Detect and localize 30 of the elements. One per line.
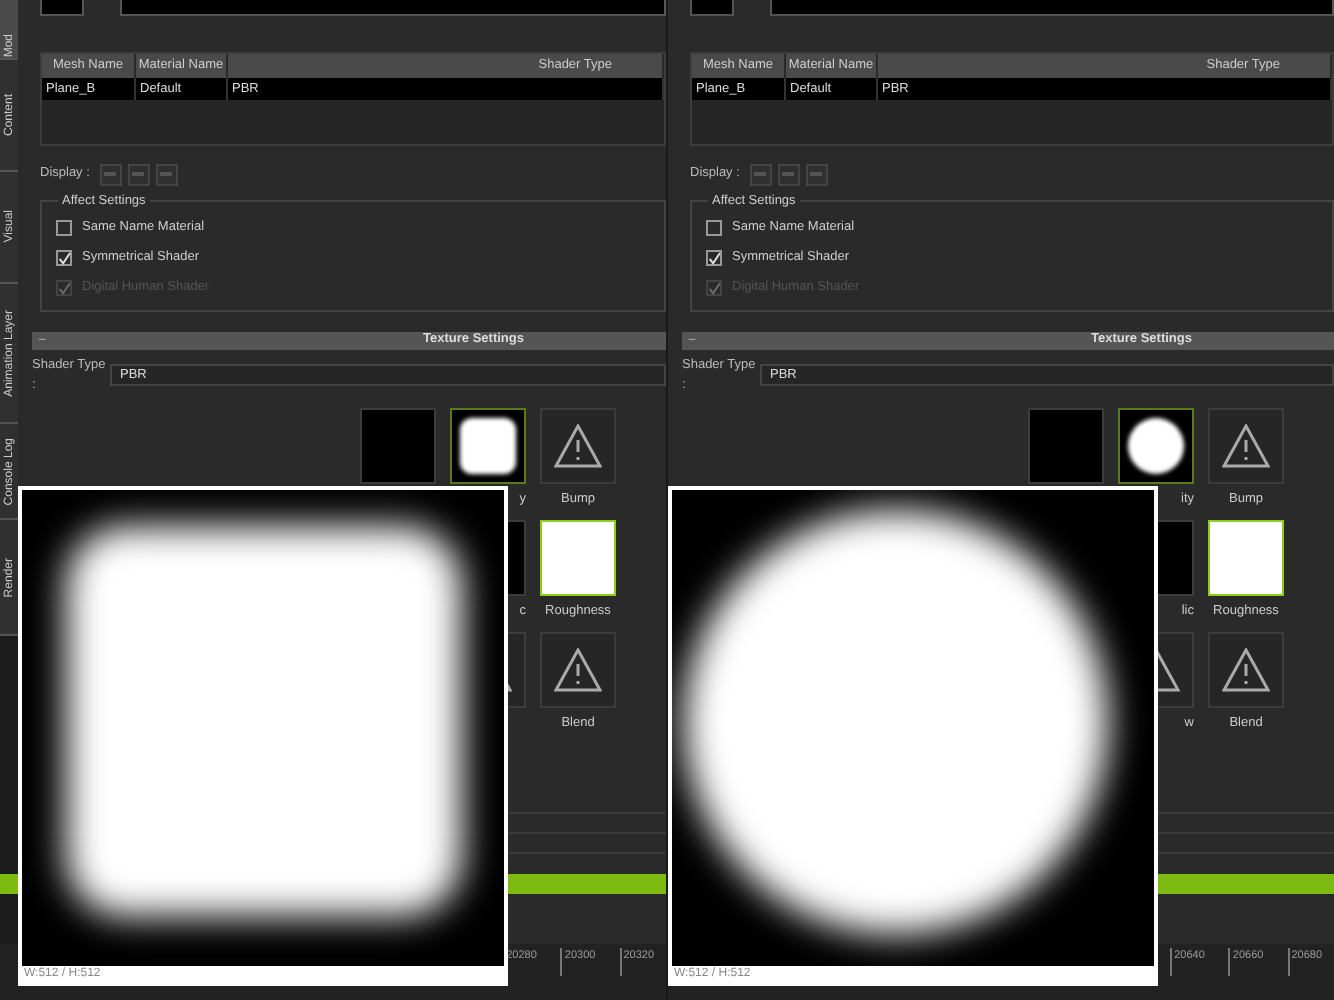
warning-icon <box>554 424 602 468</box>
texture-slot[interactable] <box>1208 408 1284 484</box>
display-mode-button[interactable] <box>749 163 772 185</box>
top-field[interactable] <box>40 0 84 16</box>
warning-icon <box>1222 648 1270 692</box>
top-field[interactable] <box>770 0 1334 16</box>
warning-icon <box>554 648 602 692</box>
texture-thumbnail <box>1120 410 1192 482</box>
checkbox[interactable] <box>706 250 722 266</box>
display-mode-button[interactable] <box>777 163 800 185</box>
texture-thumbnail <box>362 410 434 482</box>
checkbox[interactable] <box>706 220 722 236</box>
checkbox[interactable] <box>56 250 72 266</box>
texture-slot[interactable] <box>450 408 526 484</box>
texture-slot[interactable] <box>1118 408 1194 484</box>
texture-thumbnail <box>542 522 614 594</box>
texture-slot[interactable] <box>1208 632 1284 708</box>
display-mode-button[interactable] <box>99 163 122 185</box>
texture-slot[interactable] <box>540 408 616 484</box>
display-mode-button[interactable] <box>127 163 150 185</box>
warning-icon <box>1222 424 1270 468</box>
top-field[interactable] <box>120 0 666 16</box>
top-field[interactable] <box>690 0 734 16</box>
texture-thumbnail <box>1210 522 1282 594</box>
display-mode-button[interactable] <box>805 163 828 185</box>
display-mode-button[interactable] <box>155 163 178 185</box>
texture-thumbnail <box>1030 410 1102 482</box>
texture-slot[interactable] <box>540 632 616 708</box>
texture-thumbnail <box>452 410 524 482</box>
checkbox[interactable] <box>56 220 72 236</box>
